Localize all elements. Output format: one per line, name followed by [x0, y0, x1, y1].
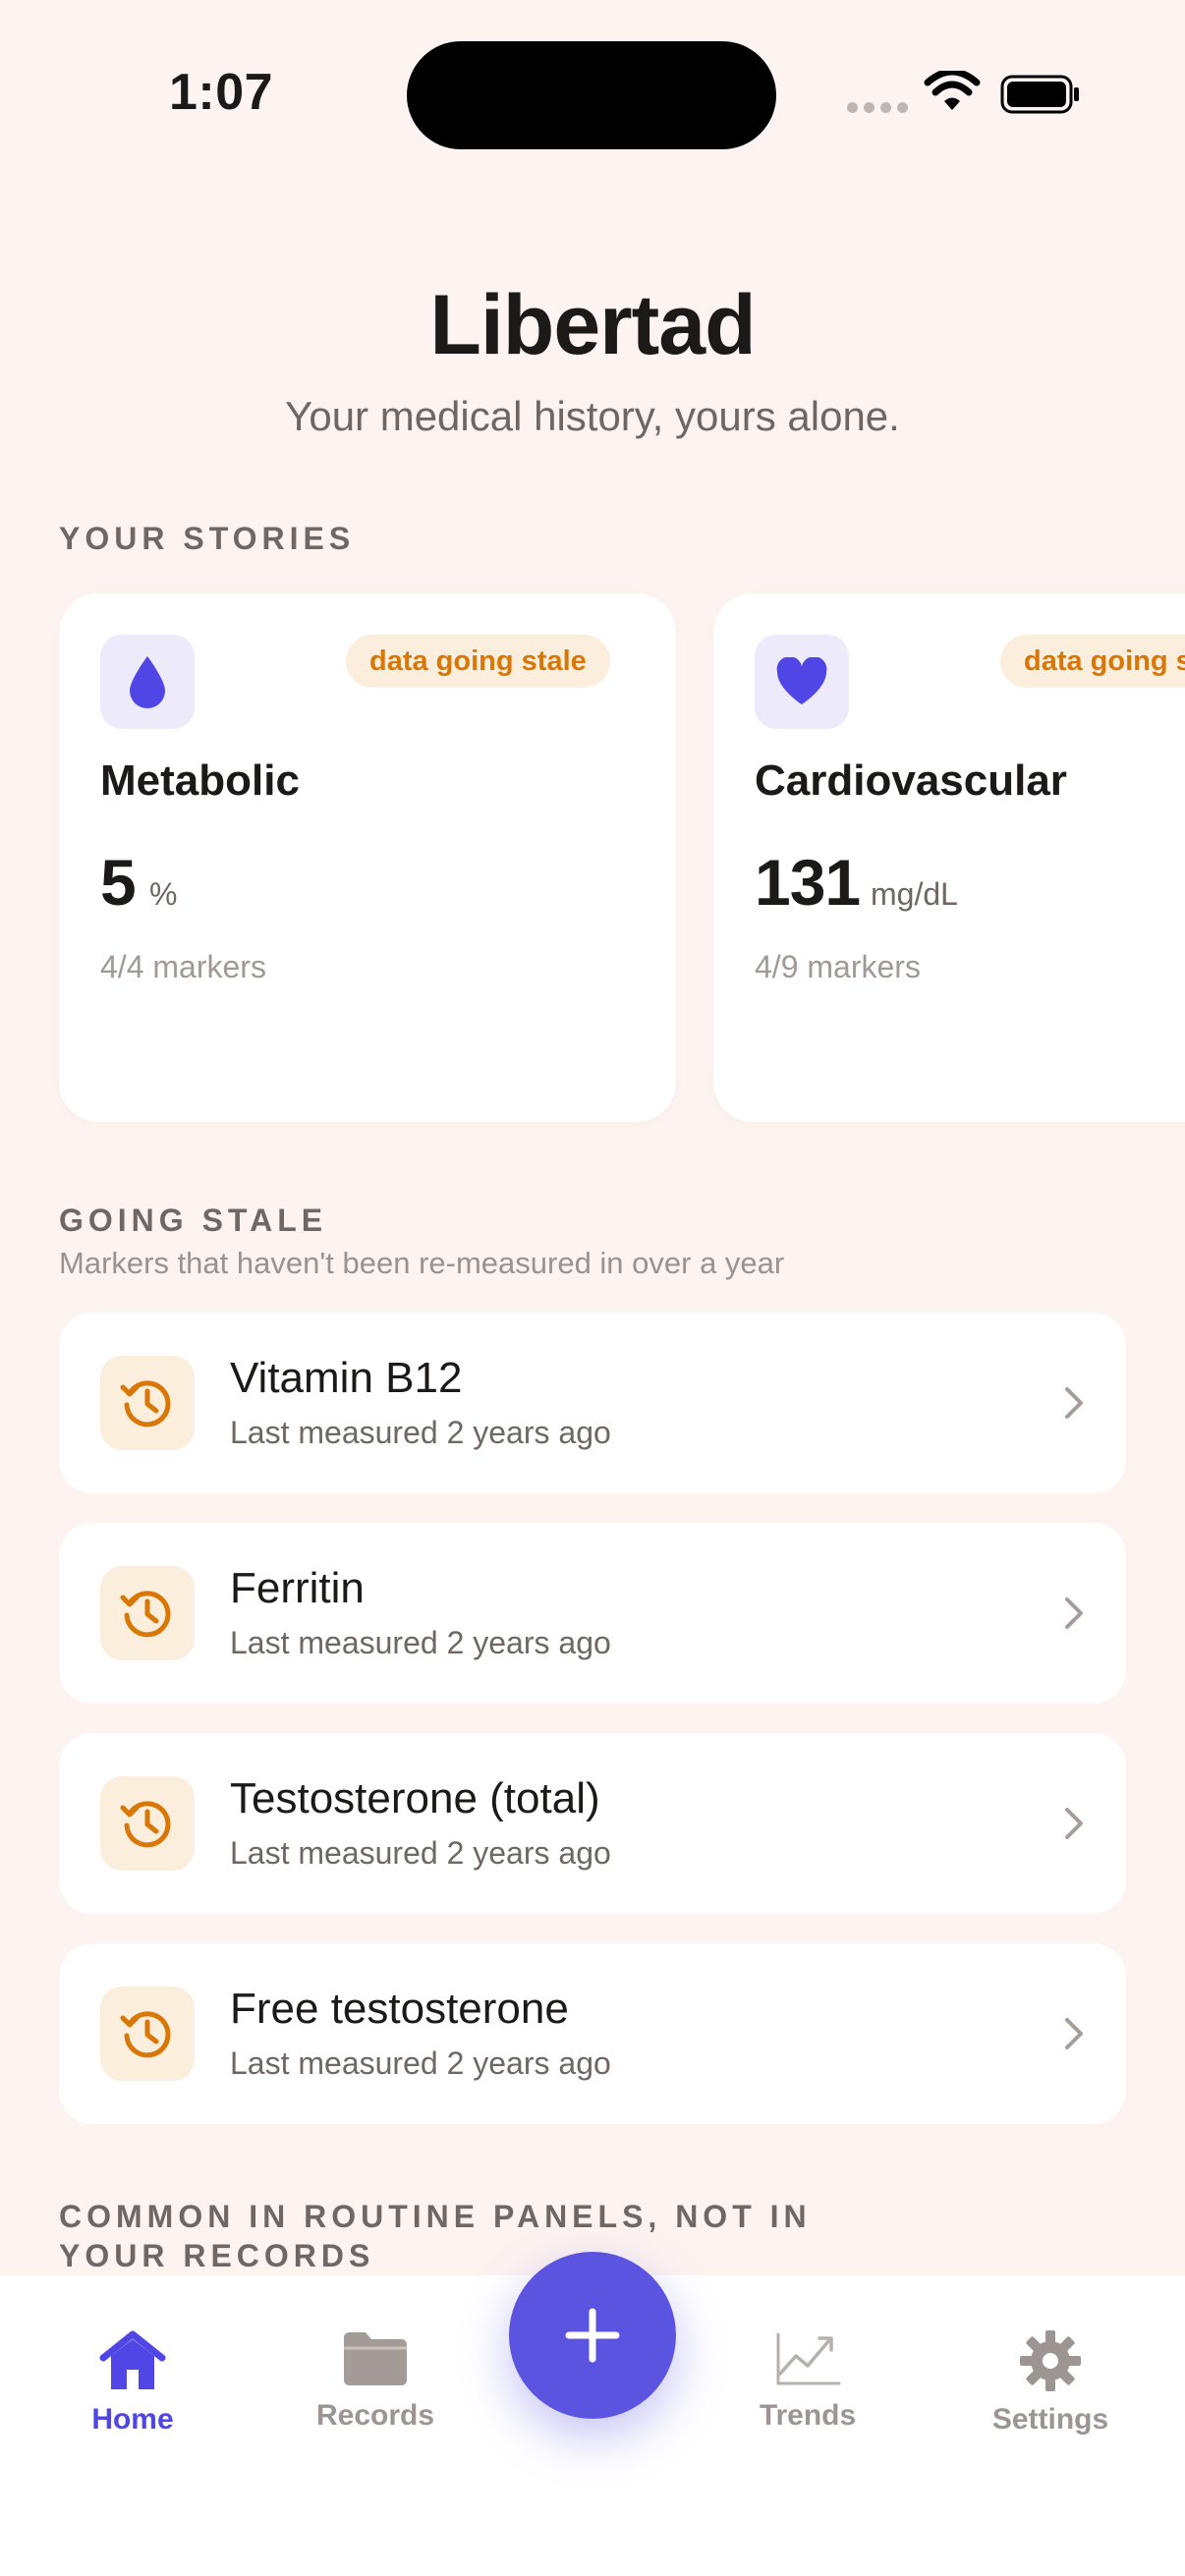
stale-badge: data going stale	[1000, 635, 1185, 688]
story-name: Cardiovascular	[755, 756, 1067, 805]
your-stories-heading: YOUR STORIES	[59, 521, 356, 556]
marker-name: Ferritin	[230, 1564, 365, 1612]
app-subtitle: Your medical history, yours alone.	[285, 393, 900, 439]
story-value: 5	[100, 846, 137, 919]
tab-label: Home	[91, 2403, 174, 2436]
row-icon-box	[100, 1356, 195, 1450]
stale-marker-row[interactable]: Testosterone (total) Last measured 2 yea…	[59, 1733, 1126, 1914]
history-clock-icon	[120, 2011, 171, 2058]
marker-last-measured: Last measured 2 years ago	[230, 1625, 611, 1660]
chevron-right-icon	[1065, 1597, 1083, 1629]
tab-records[interactable]: Records	[287, 2328, 464, 2433]
trend-chart-icon	[776, 2332, 841, 2385]
marker-last-measured: Last measured 2 years ago	[230, 1415, 611, 1450]
story-icon-box	[100, 635, 195, 729]
history-clock-icon	[120, 1591, 171, 1638]
stale-marker-row[interactable]: Ferritin Last measured 2 years ago	[59, 1523, 1126, 1704]
chevron-right-icon	[1065, 2018, 1083, 2049]
going-stale-heading: GOING STALE	[59, 1203, 328, 1238]
dynamic-island	[407, 41, 776, 149]
battery-icon	[1000, 75, 1079, 114]
wifi-icon	[924, 71, 981, 110]
gear-icon	[1020, 2330, 1081, 2391]
story-unit: mg/dL	[871, 876, 958, 912]
cellular-signal-icon	[847, 102, 908, 113]
common-panels-heading-line1: COMMON IN ROUTINE PANELS, NOT IN	[59, 2199, 812, 2234]
tab-trends[interactable]: Trends	[719, 2328, 896, 2433]
story-card-cardiovascular[interactable]: data going stale Cardiovascular 131 mg/d…	[713, 593, 1185, 1122]
tab-label: Settings	[991, 2403, 1109, 2436]
going-stale-description: Markers that haven't been re-measured in…	[59, 1246, 785, 1280]
story-icon-box	[755, 635, 849, 729]
marker-last-measured: Last measured 2 years ago	[230, 2045, 611, 2081]
plus-icon	[565, 2308, 620, 2363]
folder-icon	[344, 2332, 407, 2385]
story-value: 131	[755, 846, 861, 919]
tab-label: Trends	[759, 2399, 857, 2432]
tab-label: Records	[315, 2399, 435, 2432]
row-icon-box	[100, 1776, 195, 1871]
story-card-metabolic[interactable]: data going stale Metabolic 5 % 4/4 marke…	[59, 593, 676, 1122]
story-markers: 4/4 markers	[100, 949, 266, 984]
common-panels-heading-line2: YOUR RECORDS	[59, 2238, 375, 2273]
story-name: Metabolic	[100, 756, 300, 805]
heart-icon	[776, 657, 827, 704]
tab-home[interactable]: Home	[44, 2328, 221, 2436]
history-clock-icon	[120, 1380, 171, 1428]
marker-name: Free testosterone	[230, 1985, 569, 2033]
story-unit: %	[149, 876, 178, 912]
stale-marker-row[interactable]: Vitamin B12 Last measured 2 years ago	[59, 1313, 1126, 1493]
status-time: 1:07	[169, 64, 274, 121]
chevron-right-icon	[1065, 1387, 1083, 1419]
drop-icon	[130, 656, 165, 708]
stale-marker-row[interactable]: Free testosterone Last measured 2 years …	[59, 1943, 1126, 2124]
home-screen: 1:07 Libertad Your medical history, your…	[0, 0, 1185, 2576]
marker-last-measured: Last measured 2 years ago	[230, 1835, 611, 1871]
add-record-button[interactable]	[509, 2252, 676, 2419]
history-clock-icon	[120, 1801, 171, 1848]
stale-badge: data going stale	[346, 635, 610, 688]
marker-name: Vitamin B12	[230, 1354, 463, 1402]
marker-name: Testosterone (total)	[230, 1774, 600, 1822]
story-markers: 4/9 markers	[755, 949, 921, 984]
chevron-right-icon	[1065, 1808, 1083, 1839]
row-icon-box	[100, 1566, 195, 1660]
home-icon	[99, 2330, 166, 2389]
app-title: Libertad	[429, 278, 756, 372]
row-icon-box	[100, 1987, 195, 2081]
tab-settings[interactable]: Settings	[962, 2328, 1139, 2436]
